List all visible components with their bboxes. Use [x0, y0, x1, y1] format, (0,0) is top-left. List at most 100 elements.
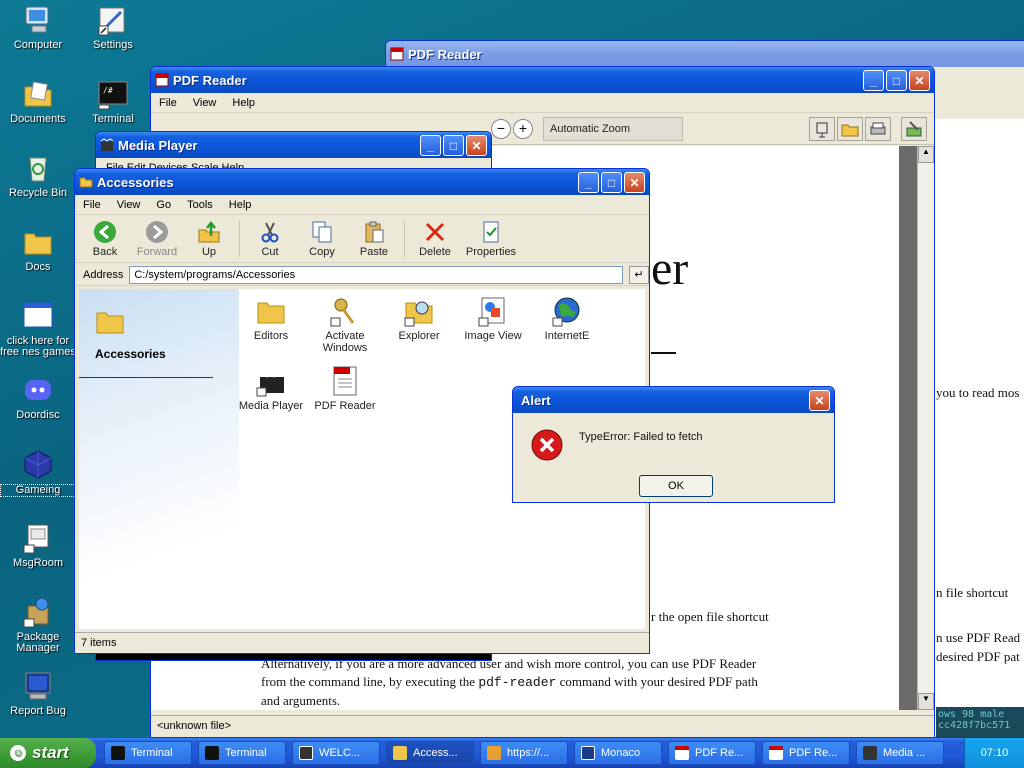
- menu-tools[interactable]: Tools: [179, 199, 221, 211]
- file-item-internete[interactable]: InternetE: [529, 295, 605, 342]
- close-button[interactable]: ✕: [909, 70, 930, 91]
- desktop-icon-terminal[interactable]: /# Terminal: [75, 78, 151, 125]
- tools-icon[interactable]: [901, 117, 927, 141]
- desktop-icon-report-bug[interactable]: Report Bug: [0, 670, 76, 717]
- pdf-text-shortcut: r the open file shortcut: [651, 609, 769, 624]
- minimize-button[interactable]: _: [863, 70, 884, 91]
- desktop-icon-docs[interactable]: Docs: [0, 226, 76, 273]
- file-item-image-view[interactable]: Image View: [455, 295, 531, 342]
- task-media-player[interactable]: Media ...: [856, 741, 944, 765]
- title-bar[interactable]: PDF Reader _ □ ✕: [151, 67, 934, 93]
- title-bar[interactable]: Alert ✕: [513, 387, 834, 413]
- task-terminal-2[interactable]: Terminal: [198, 741, 286, 765]
- menu-help[interactable]: Help: [221, 199, 260, 211]
- menu-help[interactable]: Help: [224, 97, 263, 109]
- address-bar: Address C:/system/programs/Accessories ↵: [75, 264, 649, 286]
- desktop-icon-gameing[interactable]: Gameing: [0, 448, 76, 497]
- go-arrow-icon[interactable]: ↵: [629, 265, 649, 284]
- desktop-icon-nes-games[interactable]: click here for free nes games: [0, 300, 76, 358]
- back-arrow-icon: [93, 220, 117, 244]
- task-browser[interactable]: https://...: [480, 741, 568, 765]
- title-bar[interactable]: Media Player _ □ ✕: [96, 132, 491, 158]
- back-button[interactable]: Back: [79, 220, 131, 258]
- task-accessories[interactable]: Access...: [386, 741, 474, 765]
- paste-button[interactable]: Paste: [348, 220, 400, 258]
- media-player-icon: [100, 138, 114, 152]
- close-button[interactable]: ✕: [624, 172, 645, 193]
- pdf-icon: [155, 73, 169, 87]
- sidebar-divider: [79, 377, 213, 378]
- properties-button[interactable]: Properties: [461, 220, 521, 258]
- desktop-icon-settings[interactable]: Settings: [75, 4, 151, 51]
- delete-button[interactable]: Delete: [409, 220, 461, 258]
- vertical-scrollbar[interactable]: ▲ ▼: [917, 146, 934, 710]
- title-bar[interactable]: PDF Reader: [386, 41, 1024, 67]
- alert-dialog[interactable]: Alert ✕ TypeError: Failed to fetch OK: [512, 386, 835, 503]
- documents-folder-icon: [22, 78, 54, 110]
- task-monaco[interactable]: Monaco: [574, 741, 662, 765]
- cut-button[interactable]: Cut: [244, 220, 296, 258]
- folder-icon: [393, 746, 407, 760]
- desktop-icon-package-manager[interactable]: Package Manager: [0, 596, 76, 654]
- menu-view[interactable]: View: [185, 97, 225, 109]
- explorer-magnifier-icon: [403, 295, 435, 327]
- desktop-icon-msgroom[interactable]: MsgRoom: [0, 522, 76, 569]
- address-input[interactable]: C:/system/programs/Accessories: [129, 265, 624, 284]
- task-pdf-reader-2[interactable]: PDF Re...: [762, 741, 850, 765]
- desktop-icon-doordisc[interactable]: Doordisc: [0, 374, 76, 421]
- pdf-icon: [390, 47, 404, 61]
- file-item-activate-windows[interactable]: Activate Windows: [307, 295, 383, 354]
- terminal-icon: [111, 746, 125, 760]
- docs-folder-icon: [22, 226, 54, 258]
- file-item-pdf-reader[interactable]: PDF Reader: [307, 365, 383, 412]
- print-icon[interactable]: [865, 117, 891, 141]
- title-bar[interactable]: Accessories _ □ ✕: [75, 169, 649, 195]
- present-icon[interactable]: [809, 117, 835, 141]
- forward-button[interactable]: Forward: [131, 220, 183, 258]
- copy-icon: [310, 220, 334, 244]
- zoom-in-button[interactable]: +: [513, 119, 533, 139]
- task-welcome[interactable]: WELC...: [292, 741, 380, 765]
- desktop-icon-recycle-bin[interactable]: Recycle Bin: [0, 152, 76, 199]
- pdf-icon: [675, 746, 689, 760]
- menu-bar: File View Help: [151, 93, 934, 113]
- menu-go[interactable]: Go: [148, 199, 179, 211]
- desktop-icon-documents[interactable]: Documents: [0, 78, 76, 125]
- clock[interactable]: 07:10: [981, 747, 1009, 759]
- menu-file[interactable]: File: [75, 199, 109, 211]
- copy-button[interactable]: Copy: [296, 220, 348, 258]
- image-view-icon: [477, 295, 509, 327]
- task-terminal-1[interactable]: Terminal: [104, 741, 192, 765]
- up-button[interactable]: Up: [183, 220, 235, 258]
- status-bar: 7 items: [75, 632, 649, 653]
- zoom-select[interactable]: Automatic Zoom: [543, 117, 683, 141]
- desktop-icon-computer[interactable]: Computer: [0, 4, 76, 51]
- pdf-back-text-2: n file shortcut: [936, 585, 1009, 600]
- scroll-up-icon[interactable]: ▲: [918, 146, 934, 163]
- game-cube-icon: [22, 448, 54, 480]
- computer-icon: [22, 4, 54, 36]
- file-item-editors[interactable]: Editors: [233, 295, 309, 342]
- welcome-icon: [299, 746, 313, 760]
- maximize-button[interactable]: □: [601, 172, 622, 193]
- menu-view[interactable]: View: [109, 199, 149, 211]
- zoom-out-button[interactable]: −: [491, 119, 511, 139]
- minimize-button[interactable]: _: [420, 135, 441, 156]
- close-button[interactable]: ✕: [809, 390, 830, 411]
- maximize-button[interactable]: □: [443, 135, 464, 156]
- menu-file[interactable]: File: [151, 97, 185, 109]
- pdf-icon: [769, 746, 783, 760]
- task-pdf-reader-1[interactable]: PDF Re...: [668, 741, 756, 765]
- ok-button[interactable]: OK: [639, 475, 713, 497]
- minimize-button[interactable]: _: [578, 172, 599, 193]
- maximize-button[interactable]: □: [886, 70, 907, 91]
- file-item-explorer[interactable]: Explorer: [381, 295, 457, 342]
- scroll-down-icon[interactable]: ▼: [918, 693, 934, 710]
- monaco-icon: [581, 746, 595, 760]
- pdf-file-icon: [329, 365, 361, 397]
- start-button[interactable]: ☺ start: [0, 738, 96, 768]
- file-item-media-player[interactable]: Media Player: [233, 365, 309, 412]
- close-button[interactable]: ✕: [466, 135, 487, 156]
- open-folder-icon[interactable]: [837, 117, 863, 141]
- folder-icon: [95, 307, 125, 335]
